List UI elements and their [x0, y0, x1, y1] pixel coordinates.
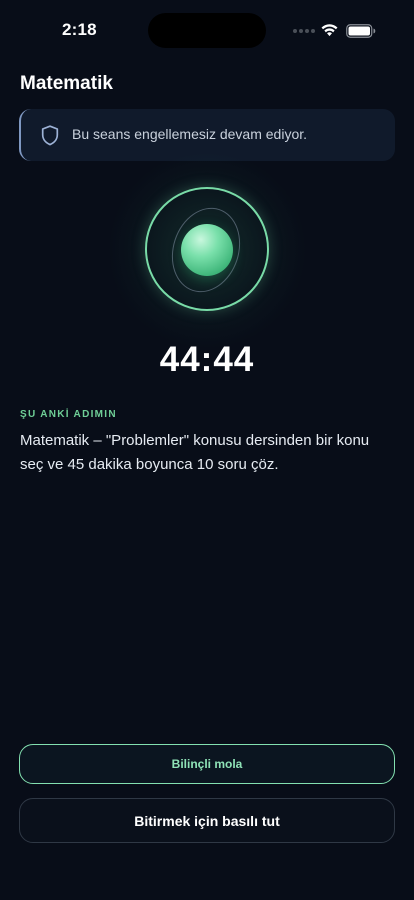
- status-time: 2:18: [62, 20, 97, 39]
- mindful-break-button[interactable]: Bilinçli mola: [19, 744, 395, 784]
- page-title: Matematik: [20, 73, 113, 94]
- banner-text: Bu seans engellemesiz devam ediyor.: [72, 126, 308, 142]
- focus-session-screen: 2:18 Matematik Bu seans engellemesiz dev…: [0, 0, 414, 900]
- wifi-icon: [321, 24, 338, 37]
- shield-icon: [41, 125, 59, 146]
- focus-orb: [181, 224, 233, 276]
- cellular-signal-icon: [293, 29, 315, 33]
- dynamic-island: [148, 13, 266, 48]
- battery-icon: [346, 24, 376, 38]
- status-bar: 2:18: [0, 0, 414, 62]
- current-step-label: ŞU ANKİ ADIMIN: [20, 409, 117, 420]
- hold-to-finish-button[interactable]: Bitirmek için basılı tut: [19, 798, 395, 843]
- current-step-text: Matematik – "Problemler" konusu dersinde…: [20, 432, 370, 473]
- session-timer: 44:44: [159, 340, 255, 379]
